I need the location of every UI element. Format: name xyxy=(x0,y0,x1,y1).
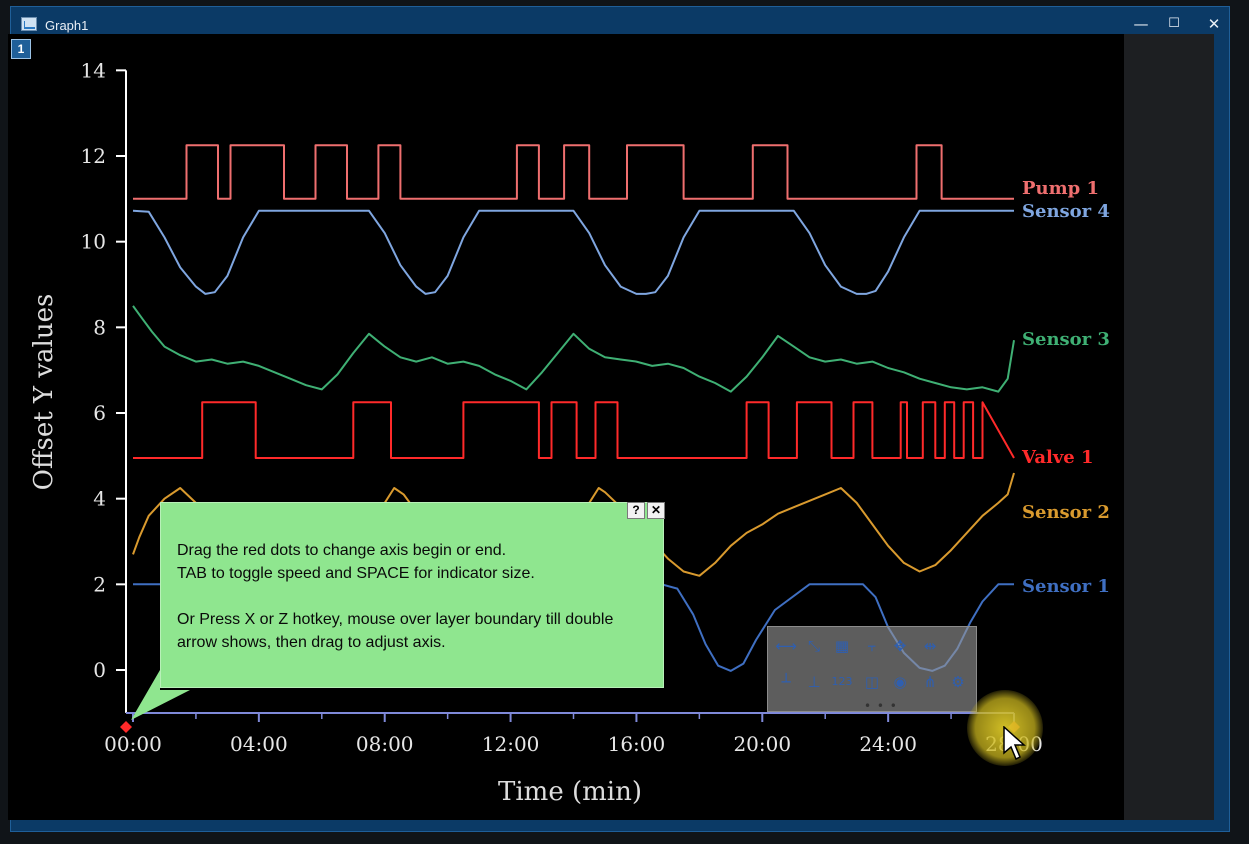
series-line-valve-1[interactable] xyxy=(133,401,1015,459)
tooltip-line: Or Press X or Z hotkey, mouse over layer… xyxy=(177,611,614,628)
y-tick-label: 4 xyxy=(93,487,106,511)
x-axis-move-icon[interactable]: ⇹ xyxy=(918,635,942,657)
tooltip-line: Drag the red dots to change axis begin o… xyxy=(177,542,507,559)
more-icon[interactable]: • • • xyxy=(864,699,898,713)
mouse-cursor-icon xyxy=(1003,726,1026,761)
series-line-sensor-3[interactable] xyxy=(132,305,1015,393)
y-axis-move-icon[interactable]: ✥ xyxy=(888,635,912,657)
tooltip-close-button[interactable]: ✕ xyxy=(647,502,665,519)
x-tick-label: 20:00 xyxy=(733,732,791,756)
x-tick-label: 12:00 xyxy=(482,732,540,756)
x-tick-label: 24:00 xyxy=(859,732,917,756)
series-label: Sensor 2 xyxy=(1022,502,1110,523)
y-tick-label: 0 xyxy=(93,658,106,682)
y-tick-label: 12 xyxy=(81,144,106,168)
series-labels-layer: Pump 1Sensor 4 Sensor 3 Valve 1 Sensor 2 Sen… xyxy=(1021,178,1110,597)
axis-break-icon[interactable]: ⫟ xyxy=(860,635,884,657)
tick-labels-icon[interactable]: 123 xyxy=(830,671,854,693)
x-tick-label: 08:00 xyxy=(356,732,414,756)
visibility-icon[interactable]: ◉ xyxy=(888,671,912,693)
x-tick-label: 16:00 xyxy=(608,732,666,756)
y-axis-title: Offset Y values xyxy=(29,294,59,491)
y-tick-label: 2 xyxy=(93,572,106,596)
series-label: Sensor 4 xyxy=(1022,201,1110,222)
axis-mini-toolbar: ⟷ ⤡ ▦ ⫟ ✥ ⇹ ┴ ⊥ 123 ◫ ◉ ⋔ ⚙ • • • xyxy=(767,626,977,713)
settings-icon[interactable]: ⚙ xyxy=(946,671,970,693)
y-tick-label: 8 xyxy=(93,315,106,339)
series-line-pump-1[interactable] xyxy=(133,144,1014,200)
tooltip-line: arrow shows, then drag to adjust axis. xyxy=(177,634,446,651)
x-tick-label: 04:00 xyxy=(230,732,288,756)
y-tick-label: 14 xyxy=(81,58,106,82)
y-tick-label: 10 xyxy=(81,230,106,254)
tooltip-line: TAB to toggle speed and SPACE for indica… xyxy=(177,565,535,582)
y-tick-label: 6 xyxy=(93,401,106,425)
xy-scale-icon[interactable]: ⤡ xyxy=(802,635,826,657)
x-tick-label: 00:00 xyxy=(104,732,162,756)
series-line-sensor-4[interactable] xyxy=(132,209,1014,295)
x-axis-title: Time (min) xyxy=(498,777,642,807)
minor-ticks-icon[interactable]: ⊥ xyxy=(802,671,826,693)
tooltip-text: Drag the red dots to change axis begin o… xyxy=(177,539,657,654)
x-ticks-icon[interactable]: ┴ xyxy=(774,671,798,693)
x-axis-scale-icon[interactable]: ⟷ xyxy=(774,635,798,657)
arrange-icon[interactable]: ⋔ xyxy=(918,671,942,693)
series-label: Sensor 1 xyxy=(1022,576,1110,597)
grid-icon[interactable]: ▦ xyxy=(830,635,854,657)
series-label: Valve 1 xyxy=(1021,447,1094,468)
panel-icon[interactable]: ◫ xyxy=(860,671,884,693)
axis-hint-tooltip: ? ✕ Drag the red dots to change axis beg… xyxy=(160,502,665,688)
series-label: Pump 1 xyxy=(1022,178,1099,199)
line-chart[interactable]: 0 2 4 6 8 10 12 14 00:00 04:00 08:00 12:00 16:00 20:0… xyxy=(0,0,1249,844)
tooltip-line xyxy=(177,585,657,608)
series-label: Sensor 3 xyxy=(1022,329,1110,350)
help-button[interactable]: ? xyxy=(627,502,645,519)
